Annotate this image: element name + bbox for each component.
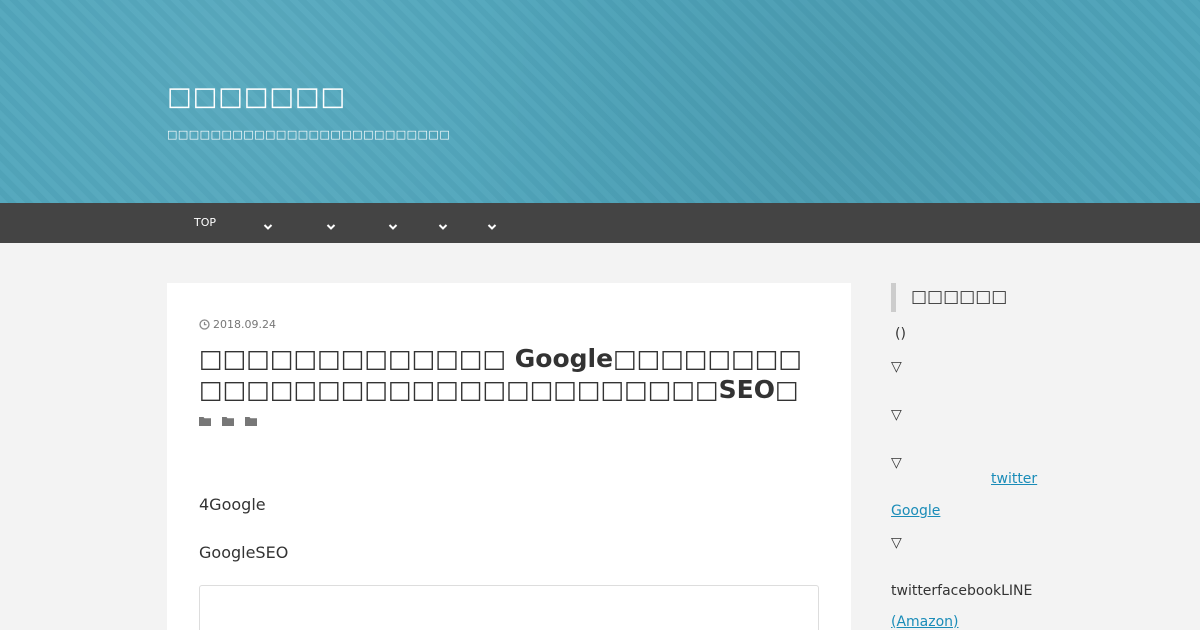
chevron-down-icon[interactable] — [263, 217, 273, 230]
sidebar-heading: □□□□□□ — [891, 283, 1007, 312]
google-link[interactable]: Google — [891, 503, 940, 519]
triangle-icon: ▽ — [891, 407, 902, 423]
chevron-down-icon[interactable] — [326, 217, 336, 230]
nav-item-top[interactable]: TOP — [194, 203, 216, 243]
sidebar-paren: () — [895, 326, 906, 342]
twitter-link[interactable]: twitter — [991, 471, 1037, 487]
site-header: □□□□□□□ □□□□□□□□□□□□□□□□□□□□□□□□□□ — [0, 0, 1200, 203]
post-date-text: 2018.09.24 — [213, 318, 276, 331]
article-paragraph: 4Google — [199, 495, 266, 514]
share-text: twitterfacebookLINE — [891, 583, 1033, 599]
clock-icon — [199, 319, 210, 330]
chevron-down-icon[interactable] — [438, 217, 448, 230]
folder-icon[interactable] — [222, 411, 234, 426]
site-title[interactable]: □□□□□□□ — [167, 82, 346, 112]
post-date: 2018.09.24 — [199, 318, 276, 331]
post-categories — [199, 411, 257, 426]
triangle-icon: ▽ — [891, 455, 902, 471]
global-nav: TOP — [0, 203, 1200, 243]
folder-icon[interactable] — [245, 411, 257, 426]
article-paragraph: GoogleSEO — [199, 543, 289, 562]
article: 2018.09.24 □□□□□□□□□□□□□ Google□□□□□□□□□… — [167, 283, 851, 630]
content-box — [199, 585, 819, 630]
triangle-icon: ▽ — [891, 359, 902, 375]
folder-icon[interactable] — [199, 411, 211, 426]
site-description: □□□□□□□□□□□□□□□□□□□□□□□□□□ — [167, 128, 451, 141]
chevron-down-icon[interactable] — [388, 217, 398, 230]
post-title: □□□□□□□□□□□□□ Google□□□□□□□□□□□□□□□□□□□□… — [199, 344, 803, 404]
amazon-link[interactable]: (Amazon) — [891, 614, 959, 630]
triangle-icon: ▽ — [891, 535, 902, 551]
chevron-down-icon[interactable] — [487, 217, 497, 230]
